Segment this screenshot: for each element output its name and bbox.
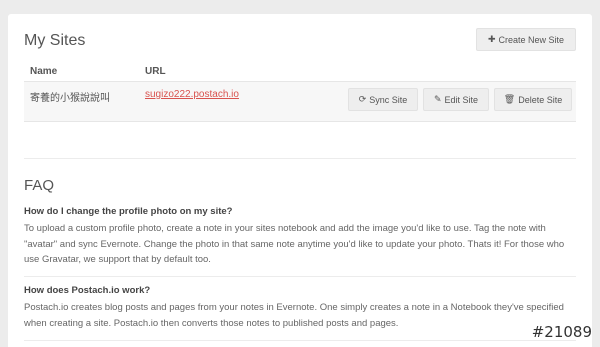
plus-icon: ✚ bbox=[487, 34, 496, 44]
site-name: 寄養的小猴說說叫 bbox=[30, 93, 110, 104]
id-badge: #21089 bbox=[531, 323, 592, 341]
create-new-site-label: Create New Site bbox=[498, 34, 565, 45]
column-header-name: Name bbox=[30, 66, 58, 77]
faq-item: How does Postach.io work? Postach.io cre… bbox=[24, 285, 572, 331]
edit-site-button[interactable]: ✎ Edit Site bbox=[423, 88, 489, 111]
create-new-site-button[interactable]: ✚ Create New Site bbox=[476, 28, 576, 51]
row-actions: ⟳ Sync Site ✎ Edit Site 🗑 Delete Site bbox=[348, 88, 572, 111]
faq-question: How does Postach.io work? bbox=[24, 285, 151, 296]
delete-site-button[interactable]: 🗑 Delete Site bbox=[494, 88, 572, 111]
faq-divider bbox=[24, 276, 576, 277]
faq-item: How do I change the profile photo on my … bbox=[24, 206, 572, 268]
section-divider bbox=[24, 158, 576, 159]
edit-site-label: Edit Site bbox=[444, 94, 479, 105]
page-title: My Sites bbox=[24, 32, 86, 49]
faq-answer: Postach.io creates blog posts and pages … bbox=[24, 302, 564, 329]
sync-site-button[interactable]: ⟳ Sync Site bbox=[348, 88, 418, 111]
table-row: 寄養的小猴說說叫 sugizo222.postach.io ⟳ Sync Sit… bbox=[24, 82, 576, 122]
faq-title: FAQ bbox=[24, 177, 55, 194]
refresh-icon: ⟳ bbox=[358, 94, 367, 104]
delete-site-label: Delete Site bbox=[518, 94, 563, 105]
sync-site-label: Sync Site bbox=[369, 94, 408, 105]
faq-divider bbox=[24, 340, 576, 341]
column-header-url: URL bbox=[145, 66, 166, 77]
sites-table: Name URL 寄養的小猴說說叫 sugizo222.postach.io ⟳… bbox=[24, 62, 576, 122]
sites-header: My Sites ✚ Create New Site bbox=[24, 28, 576, 56]
faq-question: How do I change the profile photo on my … bbox=[24, 206, 233, 217]
pencil-icon: ✎ bbox=[433, 94, 442, 104]
site-url-link[interactable]: sugizo222.postach.io bbox=[145, 89, 239, 100]
faq-answer: To upload a custom profile photo, create… bbox=[24, 223, 565, 265]
table-header: Name URL bbox=[24, 62, 576, 82]
main-panel: My Sites ✚ Create New Site Name URL 寄養的小… bbox=[8, 14, 592, 347]
trash-icon: 🗑 bbox=[503, 94, 516, 104]
